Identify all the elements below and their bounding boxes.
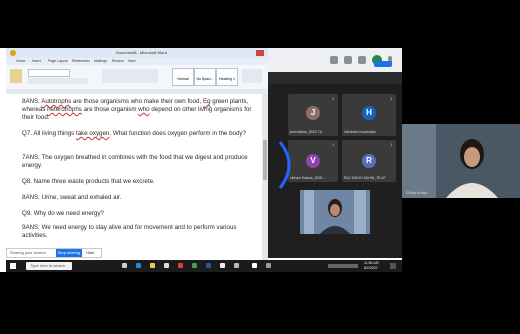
close-icon[interactable]: [256, 50, 264, 56]
mic-muted-icon: 1: [390, 142, 393, 147]
tab-references[interactable]: References: [72, 59, 90, 63]
stop-sharing-button[interactable]: Stop sharing: [56, 249, 82, 257]
format-buttons[interactable]: [28, 78, 88, 84]
style-heading-1[interactable]: Heading 1: [216, 68, 238, 86]
puzzle-icon[interactable]: [358, 56, 366, 64]
meeting-header-bar: [268, 72, 402, 84]
active-app-icon[interactable]: [252, 263, 257, 268]
windows-start-icon[interactable]: [10, 263, 16, 269]
mic-muted-icon: 1: [332, 142, 335, 147]
bottom-black-bar: [0, 272, 402, 334]
participant-tile: H 1 Harsheta Kaushalya: [342, 94, 396, 136]
top-black-bar: [0, 0, 402, 48]
extension-icon[interactable]: [330, 56, 338, 64]
tab-page-layout[interactable]: Page Layout: [48, 59, 68, 63]
paragraph: 8ANS: Urine, sweat and exhaled air.: [22, 194, 262, 202]
text-run: 9ANS: We need energy to stay alive and f…: [22, 224, 237, 240]
office-button-icon[interactable]: [10, 50, 16, 56]
participant-tile: J 1 jeet kakkar_8026 7A: [288, 94, 338, 136]
notification-icon[interactable]: [390, 263, 396, 269]
paragraph-buttons[interactable]: [102, 69, 158, 83]
text-run: 8ANS: Urine, sweat and exhaled air.: [22, 194, 122, 201]
participant-name: Ritika Ahuja: [406, 190, 428, 195]
tab-insert[interactable]: Insert: [32, 59, 41, 63]
document-body[interactable]: 8ANS: Autotrophs are those organisms who…: [6, 94, 262, 260]
tab-home[interactable]: Home: [16, 59, 25, 63]
paragraph: Q7. All living things take oxygen. What …: [22, 130, 262, 138]
file-explorer-icon[interactable]: [150, 263, 155, 268]
misspelled-word: Eg: [202, 98, 211, 105]
paragraph: 7ANS: The oxygen breathed in combines wi…: [22, 154, 262, 170]
style-no-spacing[interactable]: No Spaci...: [194, 68, 216, 86]
text-run: Q9. Why do we need energy?: [22, 210, 104, 217]
app-icon[interactable]: [220, 263, 225, 268]
misspelled-word: Autotrophs: [41, 98, 72, 105]
participant-tile: R 1 RAJ SINGH SAHNI_7B 4F: [342, 140, 396, 182]
tab-mailings[interactable]: Mailings: [94, 59, 107, 63]
text-run: 8ANS:: [22, 98, 42, 105]
avatar: J: [306, 106, 320, 120]
taskbar-date: 8/2/2022: [364, 266, 378, 270]
participant-name: Harsheta Kaushalya: [344, 130, 376, 134]
self-video: [300, 190, 370, 234]
avatar: H: [362, 106, 376, 120]
misspelled-word: who: [138, 106, 150, 114]
paragraph: Q9. Why do we need energy?: [22, 210, 262, 218]
person-silhouette: [300, 190, 370, 234]
app-icon[interactable]: [266, 263, 271, 268]
participant-name: RAJ SINGH SAHNI_7B 4F: [344, 176, 386, 180]
tab-review[interactable]: Review: [112, 59, 123, 63]
text-run: are those organism: [81, 106, 139, 114]
ribbon: Normal No Spaci... Heading 1: [6, 65, 268, 90]
hide-button[interactable]: Hide: [86, 250, 94, 255]
avatar: R: [362, 154, 376, 168]
chrome-icon[interactable]: [192, 263, 197, 268]
browser-toolbar: [268, 48, 402, 72]
word-title-bar: Document8 - Microsoft Word: [6, 48, 268, 58]
star-icon[interactable]: [344, 56, 352, 64]
misspelled-word: heterotrophs: [47, 106, 82, 114]
presenter-video: Ritika Ahuja: [402, 124, 520, 198]
app-icon[interactable]: [178, 263, 183, 268]
text-run: . What function does oxygen perform in t…: [109, 130, 246, 137]
paragraph: 8ANS: Autotrophs are those organisms who…: [22, 98, 262, 123]
taskbar-search-input[interactable]: Type here to search: [26, 262, 72, 270]
system-tray-icons[interactable]: [328, 264, 358, 268]
avatar: V: [306, 154, 320, 168]
text-run: are those organisms who make their own f…: [71, 98, 203, 105]
font-select[interactable]: [28, 69, 70, 77]
notification-text: Sharing your screen: [10, 250, 46, 255]
window-title: Document8 - Microsoft Word: [116, 50, 167, 55]
person-silhouette: [402, 124, 520, 198]
text-run: Q8. Name three waste products that we ex…: [22, 178, 155, 185]
loading-arc: [278, 141, 291, 189]
tab-view[interactable]: View: [128, 59, 136, 63]
scroll-thumb[interactable]: [263, 140, 267, 180]
ribbon-tabs: Home Insert Page Layout References Maili…: [6, 58, 268, 65]
misspelled-word: take oxygen: [76, 130, 110, 137]
presenting-badge[interactable]: [374, 61, 392, 67]
edge-icon[interactable]: [136, 263, 141, 268]
text-run: 7ANS: The oxygen breathed in combines wi…: [22, 154, 248, 170]
editing-group[interactable]: [242, 69, 262, 83]
paste-icon[interactable]: [10, 69, 22, 83]
word-icon[interactable]: [206, 263, 211, 268]
paragraph: 9ANS: We need energy to stay alive and f…: [22, 224, 262, 240]
task-view-icon[interactable]: [122, 263, 127, 268]
participant-name: jeet kakkar_8026 7A: [290, 130, 322, 134]
mic-muted-icon: 1: [390, 96, 393, 101]
store-icon[interactable]: [164, 263, 169, 268]
paragraph: Q8. Name three waste products that we ex…: [22, 178, 262, 186]
app-icon[interactable]: [234, 263, 239, 268]
taskbar-time: 11:56 AM: [364, 261, 379, 265]
style-normal[interactable]: Normal: [172, 68, 194, 86]
text-run: Q7. All living things: [22, 130, 76, 137]
mic-muted-icon: 1: [332, 96, 335, 101]
